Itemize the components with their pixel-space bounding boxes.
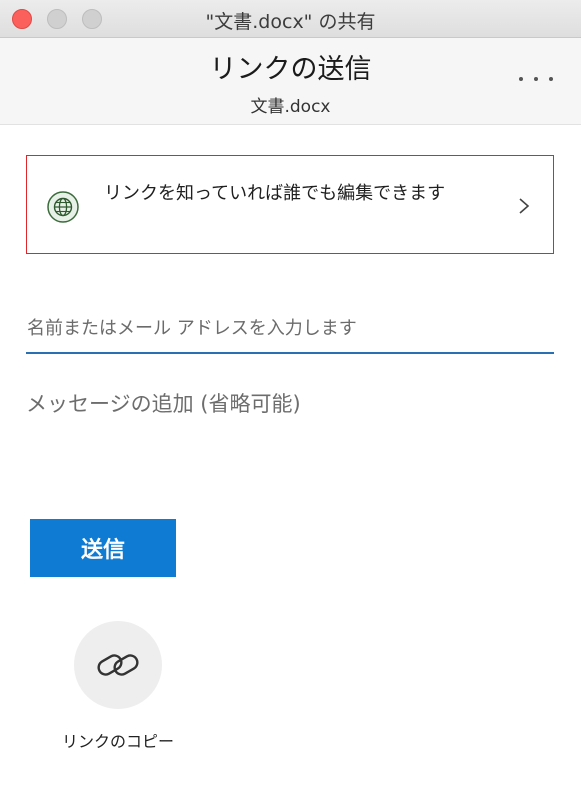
more-options-button[interactable]	[519, 72, 553, 86]
copy-link-label: リンクのコピー	[61, 732, 174, 751]
link-icon	[97, 654, 139, 676]
recipient-input[interactable]	[26, 300, 554, 348]
recipient-field	[26, 300, 554, 354]
globe-icon	[47, 191, 79, 223]
message-input[interactable]	[26, 380, 554, 460]
share-dialog-window: "文書.docx" の共有 リンクの送信 文書.docx リンクを知っていれば誰…	[0, 0, 581, 800]
link-permission-selector[interactable]: リンクを知っていれば誰でも編集できます	[26, 155, 554, 254]
title-bar: "文書.docx" の共有	[0, 0, 581, 38]
link-permission-text: リンクを知っていれば誰でも編集できます	[104, 183, 446, 204]
dialog-header: リンクの送信 文書.docx	[0, 38, 581, 125]
copy-link-button[interactable]: リンクのコピー	[40, 620, 196, 760]
window-title: "文書.docx" の共有	[205, 11, 376, 33]
more-horizontal-icon	[519, 77, 523, 81]
chevron-right-icon	[519, 198, 530, 214]
document-name: 文書.docx	[250, 97, 331, 117]
message-field	[26, 380, 554, 460]
dialog-title: リンクの送信	[209, 54, 372, 85]
send-button[interactable]: 送信	[30, 519, 176, 577]
copy-link-circle	[74, 621, 162, 709]
